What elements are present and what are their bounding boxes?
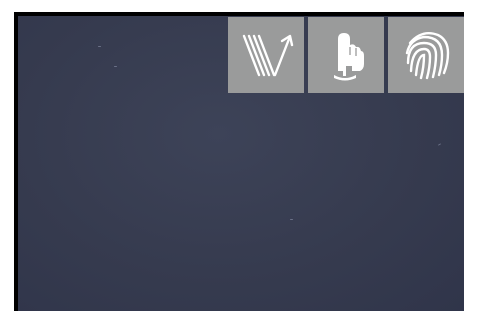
rotate-lines-tool-button[interactable] bbox=[228, 17, 304, 93]
finger-press-icon bbox=[334, 33, 364, 81]
screen-speck bbox=[114, 66, 117, 67]
fingerprint-icon bbox=[405, 32, 450, 80]
tool-toolbar bbox=[228, 17, 464, 93]
touch-tool-button[interactable] bbox=[308, 17, 384, 93]
screen-speck bbox=[98, 46, 101, 47]
screen-speck bbox=[437, 143, 442, 146]
screen-speck bbox=[290, 219, 293, 220]
fingerprint-tool-button[interactable] bbox=[388, 17, 464, 93]
diagonal-lines-arrow-icon bbox=[242, 34, 294, 77]
